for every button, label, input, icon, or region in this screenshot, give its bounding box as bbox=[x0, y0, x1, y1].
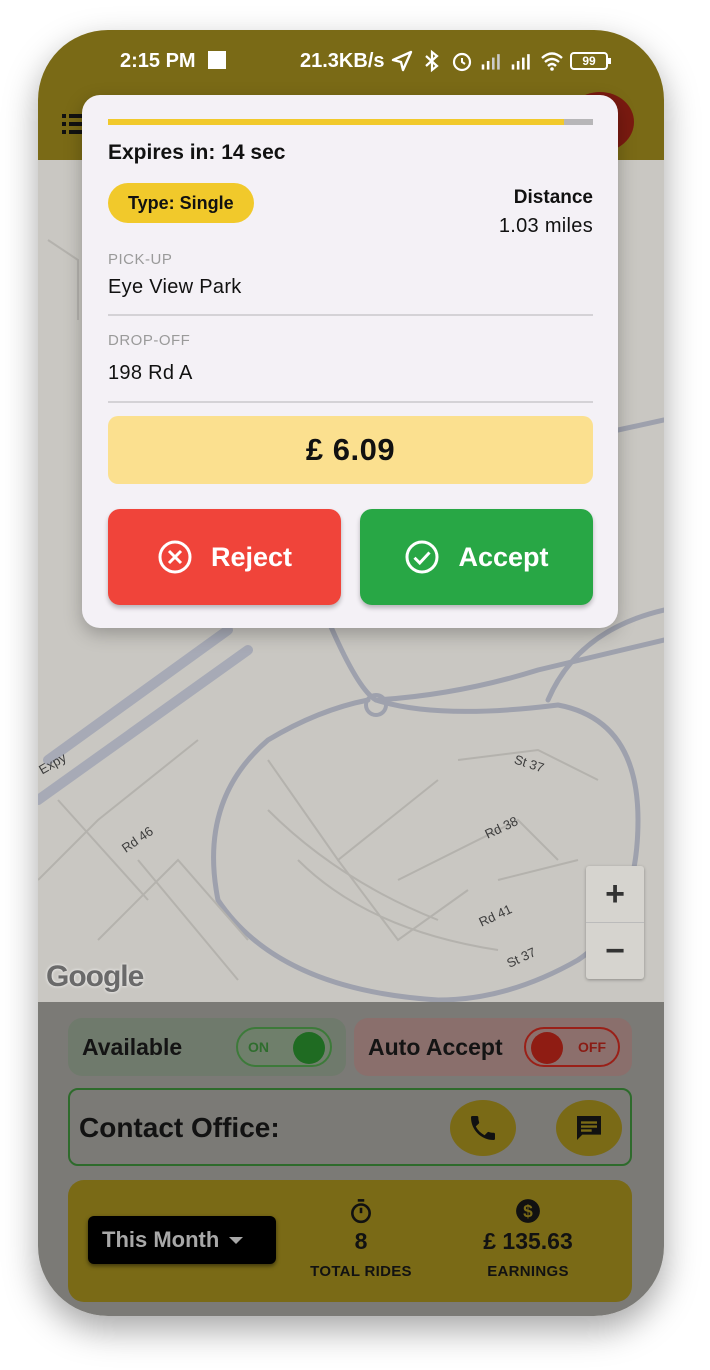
auto-accept-card: Auto Accept OFF bbox=[354, 1018, 632, 1076]
pickup-label: PICK-UP bbox=[108, 251, 173, 268]
earnings-stat: $ £ 135.63 EARNINGS bbox=[458, 1198, 598, 1280]
total-rides-value: 8 bbox=[354, 1228, 368, 1254]
zoom-out-button[interactable]: − bbox=[586, 923, 644, 979]
status-icons: 99 bbox=[390, 44, 611, 78]
svg-text:$: $ bbox=[523, 1201, 533, 1221]
phone-icon bbox=[471, 1116, 495, 1140]
map-zoom-control: + − bbox=[586, 866, 644, 979]
stats-card: This Month 8 TOTAL RIDES $ £ 135.63 EARN… bbox=[68, 1180, 632, 1302]
call-office-button[interactable] bbox=[450, 1100, 516, 1156]
close-circle-icon bbox=[158, 540, 192, 574]
phone-screen: 2:15 PM 21.3KB/s 99 St 37 Rd 38 Rd 46 Rd… bbox=[38, 30, 664, 1316]
accept-button-label: Accept bbox=[458, 541, 549, 572]
divider bbox=[108, 314, 593, 316]
divider bbox=[108, 401, 593, 403]
distance-value: 1.03 miles bbox=[498, 215, 593, 237]
earnings-label: EARNINGS bbox=[487, 1263, 569, 1280]
reject-button-label: Reject bbox=[210, 541, 293, 572]
bluetooth-icon bbox=[425, 49, 439, 73]
expiry-progress-fill bbox=[108, 119, 564, 125]
expiry-progress-bar bbox=[108, 119, 593, 125]
status-bar: 2:15 PM 21.3KB/s 99 bbox=[38, 30, 664, 92]
total-rides-stat: 8 TOTAL RIDES bbox=[296, 1198, 426, 1280]
signal-weak-icon bbox=[481, 54, 500, 70]
contact-office-card: Contact Office: bbox=[68, 1088, 632, 1166]
earnings-value: £ 135.63 bbox=[483, 1228, 573, 1254]
period-dropdown[interactable]: This Month bbox=[88, 1216, 276, 1264]
dropoff-label: DROP-OFF bbox=[108, 332, 191, 349]
ride-offer-dialog: Expires in: 14 sec Type: Single Distance… bbox=[82, 95, 618, 628]
timer-icon bbox=[351, 1199, 371, 1224]
alarm-icon bbox=[452, 52, 472, 72]
notification-icon bbox=[208, 51, 226, 69]
bottom-panel: Available ON Auto Accept OFF Contact Off… bbox=[38, 1002, 664, 1316]
accept-button[interactable]: Accept bbox=[360, 509, 593, 605]
dropoff-value: 198 Rd A bbox=[108, 362, 193, 384]
available-card: Available ON bbox=[68, 1018, 346, 1076]
available-toggle-state: ON bbox=[248, 1039, 269, 1055]
dollar-icon: $ bbox=[516, 1199, 540, 1223]
check-circle-icon bbox=[405, 540, 439, 574]
ride-type-chip: Type: Single bbox=[108, 183, 254, 223]
auto-accept-toggle[interactable]: OFF bbox=[524, 1027, 620, 1067]
wifi-icon bbox=[541, 52, 563, 71]
fare-amount: £ 6.09 bbox=[108, 416, 593, 484]
pickup-value: Eye View Park bbox=[108, 276, 242, 298]
period-dropdown-value: This Month bbox=[102, 1227, 220, 1252]
chat-icon bbox=[577, 1116, 601, 1140]
google-logo: Google bbox=[46, 960, 144, 993]
zoom-in-button[interactable]: + bbox=[586, 866, 644, 922]
available-toggle[interactable]: ON bbox=[236, 1027, 332, 1067]
toggle-knob bbox=[293, 1032, 325, 1064]
total-rides-label: TOTAL RIDES bbox=[310, 1263, 412, 1280]
battery-icon: 99 bbox=[570, 52, 611, 70]
location-arrow-icon bbox=[391, 50, 413, 72]
auto-accept-label: Auto Accept bbox=[368, 1034, 503, 1060]
distance-label: Distance bbox=[513, 187, 593, 208]
available-label: Available bbox=[82, 1034, 183, 1060]
expires-text: Expires in: 14 sec bbox=[108, 141, 286, 164]
reject-button[interactable]: Reject bbox=[108, 509, 341, 605]
signal-icon bbox=[511, 54, 530, 70]
message-office-button[interactable] bbox=[556, 1100, 622, 1156]
toggle-knob bbox=[531, 1032, 563, 1064]
status-time: 2:15 PM bbox=[120, 50, 196, 72]
contact-office-label: Contact Office: bbox=[79, 1112, 280, 1143]
network-speed: 21.3KB/s bbox=[300, 50, 385, 72]
auto-accept-toggle-state: OFF bbox=[578, 1039, 606, 1055]
caret-down-icon bbox=[229, 1236, 244, 1244]
